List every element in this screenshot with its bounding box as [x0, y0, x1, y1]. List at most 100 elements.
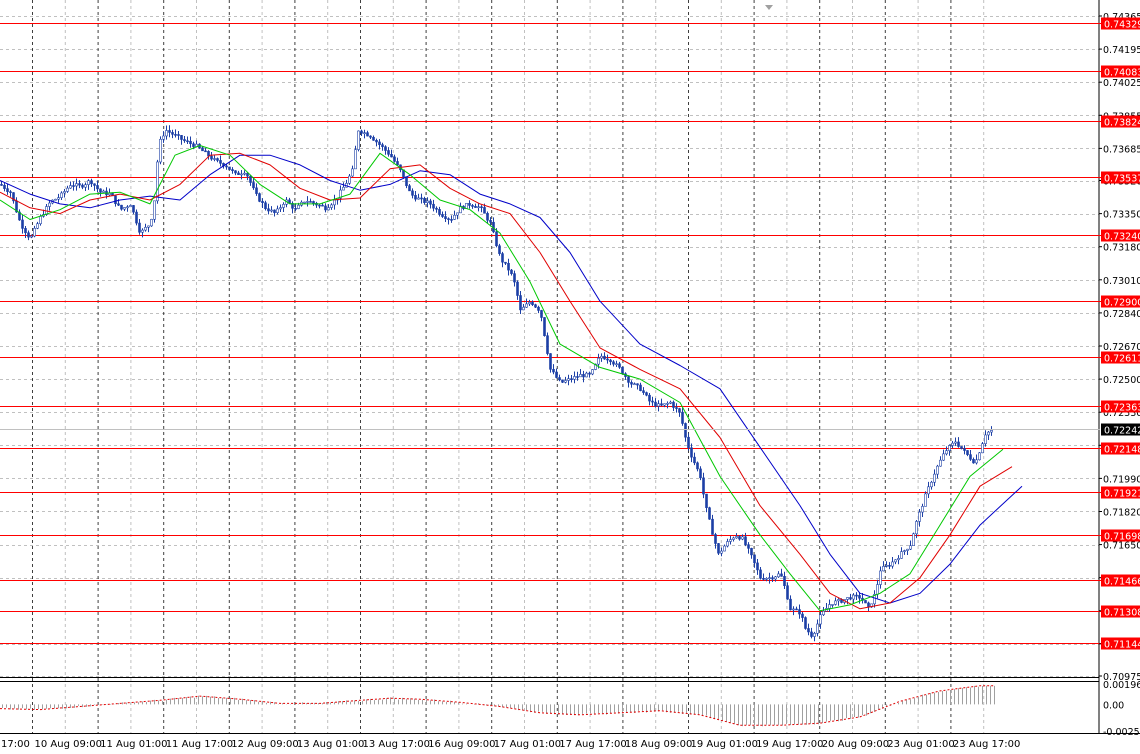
candle-body: [495, 231, 498, 247]
candle-body: [606, 358, 609, 361]
price-level-value: 0.73240: [1104, 232, 1140, 243]
candle-body: [216, 158, 219, 161]
candle-body: [261, 201, 264, 204]
candle-body: [636, 383, 639, 386]
candle-body: [177, 134, 180, 136]
candle-body: [540, 310, 543, 318]
candle-body: [750, 548, 753, 556]
candle-body: [162, 135, 165, 140]
candle-body: [621, 366, 624, 375]
candle-body: [579, 374, 582, 378]
candle-body: [372, 136, 375, 141]
candle-body: [243, 172, 246, 175]
candle-body: [441, 214, 444, 217]
candle-body: [396, 161, 399, 166]
candle-body: [393, 156, 396, 162]
price-tick-label: 0.73685: [1103, 144, 1140, 155]
candle-body: [705, 493, 708, 508]
price-tick-label: 0.71990: [1103, 474, 1140, 485]
candle-body: [816, 623, 819, 634]
candle-body: [219, 160, 222, 164]
candle-body: [477, 206, 480, 209]
candle-body: [909, 545, 912, 550]
candle-body: [654, 401, 657, 407]
candle-body: [876, 584, 879, 595]
candle-body: [960, 446, 963, 449]
candle-body: [369, 135, 372, 138]
candle-body: [921, 506, 924, 513]
candle-body: [24, 228, 27, 234]
candle-body: [675, 407, 678, 409]
candle-body: [627, 376, 630, 383]
current-price-value: 0.72242: [1104, 426, 1140, 437]
candle-body: [555, 371, 558, 378]
candle-body: [711, 518, 714, 535]
candle-body: [714, 534, 717, 544]
candle-body: [408, 185, 411, 192]
candle-body: [378, 141, 381, 145]
candle-body: [501, 253, 504, 263]
candle-body: [84, 184, 87, 188]
candle-body: [384, 146, 387, 151]
candle-body: [945, 450, 948, 455]
candle-body: [36, 223, 39, 229]
candle-body: [696, 462, 699, 470]
price-level-value: 0.73537: [1104, 174, 1140, 185]
candle-body: [813, 632, 816, 637]
time-label: 10 Aug 09:00: [35, 739, 102, 750]
candle-body: [132, 205, 135, 213]
candle-body: [771, 577, 774, 580]
candle-body: [651, 400, 654, 403]
candle-body: [894, 559, 897, 563]
candle-body: [321, 204, 324, 207]
candle-body: [246, 172, 249, 177]
time-label: 19 Aug 17:00: [756, 739, 823, 750]
candle-body: [96, 185, 99, 190]
candle-body: [732, 537, 735, 540]
candle-body: [684, 423, 687, 438]
candle-body: [342, 186, 345, 191]
candle-body: [528, 302, 531, 305]
trading-chart[interactable]: 0.743650.741950.740250.738550.736850.735…: [0, 0, 1140, 754]
candle-body: [597, 357, 600, 365]
candle-body: [720, 550, 723, 554]
candle-body: [312, 201, 315, 204]
candle-body: [432, 203, 435, 209]
price-level-value: 0.72363: [1104, 403, 1140, 414]
candle-body: [99, 188, 102, 193]
time-axis[interactable]: 17:00 10 Aug 09:0011 Aug 01:0011 Aug 17:0…: [1, 739, 1020, 750]
candle-body: [525, 303, 528, 308]
candle-body: [423, 198, 426, 204]
candle-body: [915, 521, 918, 535]
candle-body: [360, 130, 363, 134]
candle-body: [561, 379, 564, 383]
candle-body: [780, 573, 783, 577]
price-tick-label: 0.74025: [1103, 78, 1140, 89]
price-level-value: 0.71308: [1104, 608, 1140, 619]
candle-body: [192, 143, 195, 147]
candle-body: [489, 219, 492, 223]
candle-body: [759, 569, 762, 579]
candle-body: [504, 261, 507, 264]
candle-body: [303, 201, 306, 204]
candle-body: [204, 150, 207, 153]
candle-body: [633, 383, 636, 386]
candle-body: [657, 403, 660, 407]
time-label: 17 Aug 01:00: [494, 739, 561, 750]
candle-body: [270, 209, 273, 212]
price-tick-label: 0.74195: [1103, 45, 1140, 56]
candle-body: [9, 191, 12, 193]
candle-body: [333, 199, 336, 206]
candle-body: [429, 200, 432, 205]
candle-body: [141, 229, 144, 233]
candle-body: [249, 175, 252, 183]
time-label: 11 Aug 17:00: [166, 739, 233, 750]
candle-body: [138, 222, 141, 233]
candle-body: [669, 401, 672, 404]
candle-body: [585, 372, 588, 378]
candle-body: [48, 202, 51, 207]
time-label: 12 Aug 09:00: [231, 739, 298, 750]
candle-body: [327, 207, 330, 211]
candle-body: [282, 204, 285, 208]
candle-body: [435, 207, 438, 210]
